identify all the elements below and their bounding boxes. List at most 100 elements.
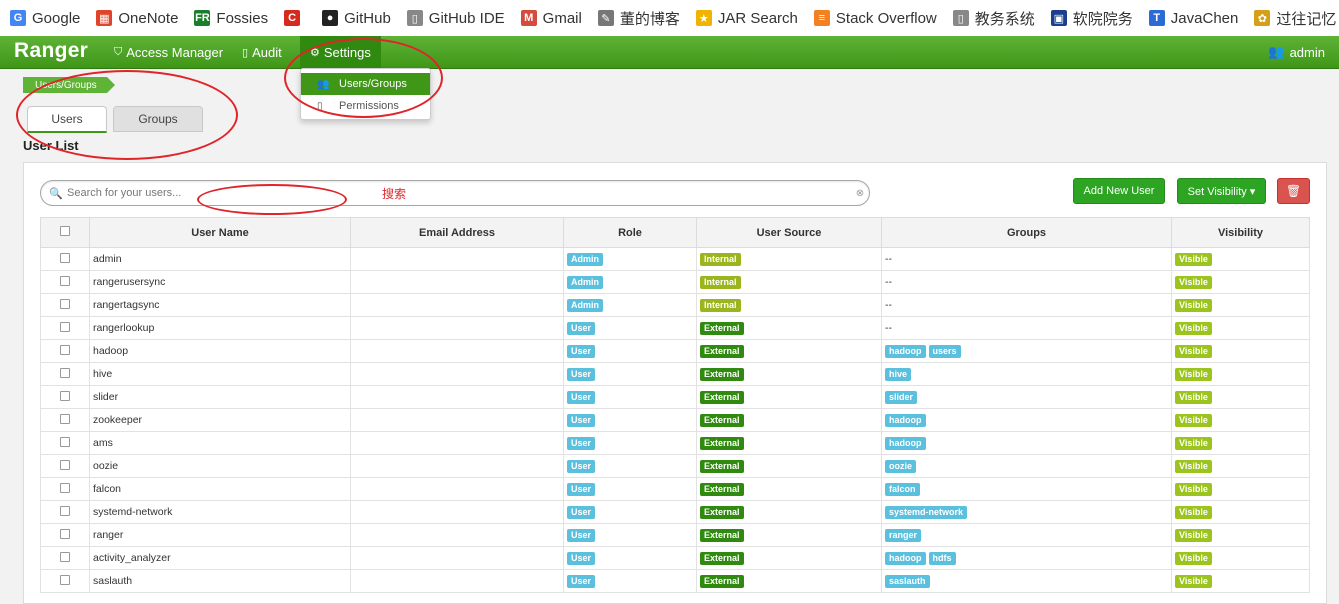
group-label: oozie	[885, 459, 917, 473]
bookmark-item[interactable]: M Gmail	[511, 0, 588, 36]
select-all-checkbox[interactable]	[60, 226, 70, 236]
user-name-link[interactable]: ranger	[89, 523, 351, 547]
bookmark-item[interactable]: ≡ Stack Overflow	[804, 0, 943, 36]
user-name-link[interactable]: zookeeper	[89, 408, 351, 432]
row-checkbox[interactable]	[60, 528, 70, 539]
role-cell: User	[563, 569, 697, 593]
bookmark-item[interactable]: ▦ OneNote	[86, 0, 184, 36]
row-checkbox[interactable]	[60, 390, 70, 401]
row-checkbox[interactable]	[60, 321, 70, 332]
visibility-cell: Visible	[1171, 431, 1310, 455]
user-name-link[interactable]: hadoop	[89, 339, 351, 363]
bookmark-label: OneNote	[118, 9, 179, 27]
bookmark-item[interactable]: G Google	[0, 0, 86, 36]
user-name-link[interactable]: falcon	[89, 477, 351, 501]
bookmark-item[interactable]: ▣ 软院院务	[1041, 0, 1139, 36]
role-label: Admin	[567, 252, 603, 266]
search-input[interactable]	[65, 186, 851, 200]
user-source-cell: External	[696, 339, 882, 363]
user-name-link[interactable]: admin	[89, 247, 351, 271]
user-source-label: External	[700, 390, 744, 404]
row-checkbox[interactable]	[60, 436, 70, 447]
visibility-label: Visible	[1175, 459, 1212, 473]
row-checkbox[interactable]	[60, 367, 70, 378]
row-checkbox[interactable]	[60, 505, 70, 516]
nav-settings[interactable]: ⚙ Settings	[300, 36, 381, 68]
bookmark-item[interactable]: ✎ 董的博客	[588, 0, 686, 36]
set-visibility-button[interactable]: Set Visibility ▾	[1177, 178, 1266, 204]
bookmark-item[interactable]: T JavaChen	[1139, 0, 1245, 36]
group-label: hadoop	[885, 436, 926, 450]
bookmark-item[interactable]: ▯ GitHub IDE	[397, 0, 511, 36]
row-checkbox[interactable]	[60, 574, 70, 585]
no-groups: --	[885, 276, 892, 288]
user-name-link[interactable]: slider	[89, 385, 351, 409]
groups-cell: --	[881, 270, 1172, 294]
visibility-cell: Visible	[1171, 339, 1310, 363]
row-checkbox[interactable]	[60, 482, 70, 493]
breadcrumb[interactable]: Users/Groups	[23, 77, 115, 93]
row-checkbox[interactable]	[60, 413, 70, 424]
email-cell	[350, 546, 564, 570]
row-select-cell	[40, 247, 90, 271]
bookmark-item[interactable]: FR Fossies	[184, 0, 274, 36]
user-name-link[interactable]: rangertagsync	[89, 293, 351, 317]
bookmark-item[interactable]: ★ JAR Search	[686, 0, 804, 36]
row-select-cell	[40, 362, 90, 386]
tab-users[interactable]: Users	[27, 106, 107, 133]
nav-audit[interactable]: ▯ Audit	[242, 36, 282, 68]
groups-cell: ranger	[881, 523, 1172, 547]
add-new-user-button[interactable]: Add New User	[1073, 178, 1165, 204]
col-role: Role	[563, 217, 697, 248]
row-checkbox[interactable]	[60, 459, 70, 470]
bookmark-item[interactable]: C	[274, 0, 312, 36]
table-row: systemd-network User External systemd-netwo…	[40, 500, 1310, 524]
group-label: hdfs	[928, 551, 956, 565]
col-groups: Groups	[881, 217, 1172, 248]
row-checkbox[interactable]	[60, 551, 70, 562]
select-all-header	[40, 217, 90, 248]
user-name-link[interactable]: saslauth	[89, 569, 351, 593]
user-name-link[interactable]: hive	[89, 362, 351, 386]
user-name-link[interactable]: oozie	[89, 454, 351, 478]
ranger-logo[interactable]: Ranger	[14, 39, 88, 63]
no-groups: --	[885, 253, 892, 265]
role-label: User	[567, 482, 596, 496]
onenote-icon: ▦	[96, 10, 113, 26]
delete-button[interactable]: 🗑	[1277, 178, 1310, 204]
stackoverflow-icon: ≡	[813, 10, 830, 26]
user-source-label: Internal	[700, 298, 741, 312]
bookmark-label: JavaChen	[1170, 9, 1239, 27]
bookmark-item[interactable]: ✿ 过往记忆	[1244, 0, 1339, 36]
visibility-cell: Visible	[1171, 569, 1310, 593]
row-checkbox[interactable]	[60, 252, 70, 263]
row-checkbox[interactable]	[60, 298, 70, 309]
dropdown-users-groups[interactable]: 👥 Users/Groups	[301, 73, 430, 95]
search-box[interactable]: 🔍 ⊗	[40, 180, 870, 206]
group-label: saslauth	[885, 574, 930, 588]
user-source-cell: External	[696, 362, 882, 386]
dropdown-permissions[interactable]: ▯ Permissions	[301, 95, 430, 117]
role-cell: User	[563, 454, 697, 478]
row-checkbox[interactable]	[60, 275, 70, 286]
visibility-label: Visible	[1175, 551, 1212, 565]
role-label: User	[567, 436, 596, 450]
user-name-link[interactable]: ams	[89, 431, 351, 455]
user-menu[interactable]: 👥 admin	[1268, 36, 1325, 68]
visibility-label: Visible	[1175, 298, 1212, 312]
nav-access-manager[interactable]: ⛉ Access Manager	[114, 36, 223, 68]
bookmark-item[interactable]: ▯ 教务系统	[943, 0, 1041, 36]
fossies-icon: FR	[194, 10, 211, 26]
email-cell	[350, 454, 564, 478]
user-source-cell: Internal	[696, 293, 882, 317]
tab-groups[interactable]: Groups	[113, 106, 203, 132]
col-user-name: User Name	[89, 217, 351, 248]
bookmark-item[interactable]: ● GitHub	[312, 0, 397, 36]
user-name-link[interactable]: systemd-network	[89, 500, 351, 524]
user-name-link[interactable]: rangerusersync	[89, 270, 351, 294]
user-name-link[interactable]: rangerlookup	[89, 316, 351, 340]
clear-icon[interactable]: ⊗	[851, 188, 869, 199]
user-name-link[interactable]: activity_analyzer	[89, 546, 351, 570]
email-cell	[350, 339, 564, 363]
row-checkbox[interactable]	[60, 344, 70, 355]
